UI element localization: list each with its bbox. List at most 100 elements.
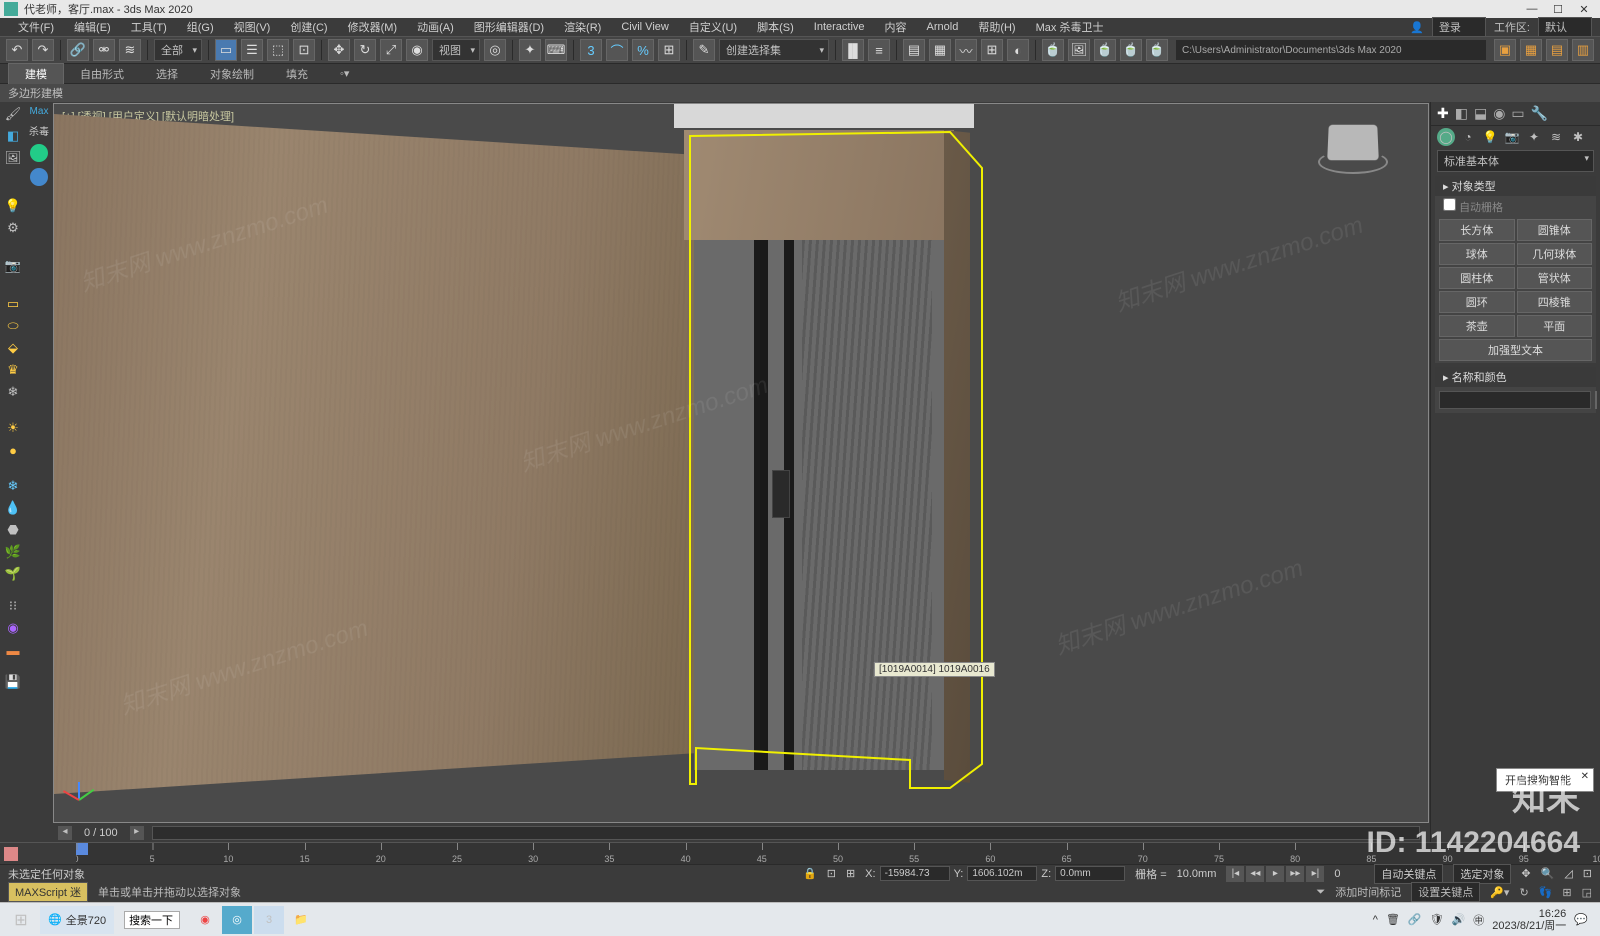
lt-disk-icon[interactable]: 💾	[3, 672, 23, 692]
menu-modifier[interactable]: 修改器(M)	[338, 19, 408, 35]
prim-cylinder[interactable]: 圆柱体	[1439, 267, 1515, 289]
tray-safe-icon[interactable]: 🗑	[1386, 913, 1400, 926]
snap-lock-icon[interactable]: 🔒	[803, 867, 817, 880]
prim-textplus[interactable]: 加强型文本	[1439, 339, 1592, 361]
lt-spray-icon[interactable]: ❄	[3, 382, 23, 402]
vp3-button[interactable]: ▤	[1546, 39, 1568, 61]
menu-av[interactable]: Max 杀毒卫士	[1026, 19, 1114, 35]
prim-cone[interactable]: 圆锥体	[1517, 219, 1593, 241]
next-frame-button[interactable]: ▸▸	[1286, 866, 1304, 882]
angle-snap[interactable]: ⌒	[606, 39, 628, 61]
menu-group[interactable]: 组(G)	[177, 19, 224, 35]
lt-slot-icon[interactable]: ⬣	[3, 520, 23, 540]
window-crossing-button[interactable]: ⊡	[293, 39, 315, 61]
lt-dots-icon[interactable]: ⁝⁝	[3, 596, 23, 616]
autogrid-checkbox[interactable]	[1443, 198, 1456, 211]
scale-tool[interactable]: ⤢	[380, 39, 402, 61]
task-app-icon[interactable]: ◎	[222, 906, 252, 934]
name-color-header[interactable]: ▸ 名称和颜色	[1435, 367, 1596, 387]
cp-modify-icon[interactable]: ◧	[1455, 105, 1468, 122]
menu-tools[interactable]: 工具(T)	[121, 19, 177, 35]
lt-light-icon[interactable]: 💡	[3, 196, 23, 216]
curve-editor-button[interactable]: 〰	[955, 39, 977, 61]
goto-end-button[interactable]: ▸|	[1306, 866, 1324, 882]
render-frame-button[interactable]: 🖼	[1068, 39, 1090, 61]
keymode-button[interactable]: ⌨	[545, 39, 567, 61]
bind-button[interactable]: ≋	[119, 39, 141, 61]
percent-snap[interactable]: %	[632, 39, 654, 61]
maxscript-button[interactable]: MAXScript 迷	[8, 882, 88, 902]
render-setup-button[interactable]: 🍵	[1042, 39, 1064, 61]
nav-walk-icon[interactable]: 👣	[1539, 886, 1553, 899]
timetag-icon[interactable]: ⏷	[1316, 886, 1325, 899]
lt-orange-icon[interactable]: ▬	[3, 640, 23, 660]
cat-space-icon[interactable]: ≋	[1547, 128, 1565, 146]
badge-green-icon[interactable]	[30, 144, 48, 162]
menu-render[interactable]: 渲染(R)	[554, 19, 611, 35]
material-button[interactable]: ◐	[1007, 39, 1029, 61]
login-dropdown[interactable]: 登录	[1432, 17, 1486, 37]
task-search[interactable]	[116, 906, 188, 934]
vp2-button[interactable]: ▦	[1520, 39, 1542, 61]
geom-type-dropdown[interactable]: 标准基本体	[1437, 150, 1594, 172]
ribbon-sub[interactable]: 多边形建模	[0, 84, 1600, 102]
menu-anim[interactable]: 动画(A)	[407, 19, 464, 35]
tray-date[interactable]: 2023/8/21/周一	[1492, 920, 1566, 932]
timetag-label[interactable]: 添加时间标记	[1335, 884, 1401, 900]
tray-ime-icon[interactable]: ㊥	[1473, 912, 1484, 928]
rtab-paint[interactable]: 对象绘制	[194, 64, 270, 84]
menu-arnold[interactable]: Arnold	[917, 21, 969, 33]
lt-camera-icon[interactable]: 📷	[3, 256, 23, 276]
select-rect-button[interactable]: ⬚	[267, 39, 289, 61]
task-chrome-icon[interactable]: ◉	[190, 906, 220, 934]
snap-toggle[interactable]: 3	[580, 39, 602, 61]
tray-up-icon[interactable]: ^	[1373, 914, 1378, 926]
lt-drop-icon[interactable]: 💧	[3, 498, 23, 518]
keyfilter-icon[interactable]: 🔑▾	[1490, 886, 1509, 899]
lt-jade-icon[interactable]: ♛	[3, 360, 23, 380]
undo-button[interactable]: ↶	[6, 39, 28, 61]
project-path[interactable]: C:\Users\Administrator\Documents\3ds Max…	[1176, 40, 1486, 60]
align-button[interactable]: ≡	[868, 39, 890, 61]
play-button[interactable]: ▸	[1266, 866, 1284, 882]
redo-button[interactable]: ↷	[32, 39, 54, 61]
lt-picture-icon[interactable]: 🖼	[3, 148, 23, 168]
coord-z[interactable]: 0.0mm	[1055, 866, 1125, 881]
popup-close-icon[interactable]: ✕	[1581, 771, 1589, 782]
selset-dropdown[interactable]: 创建选择集	[719, 39, 829, 61]
cat-sys-icon[interactable]: ✱	[1569, 128, 1587, 146]
task-ie[interactable]: 🌐 全景720	[40, 906, 114, 934]
menu-civil[interactable]: Civil View	[611, 21, 678, 33]
prim-torus[interactable]: 圆环	[1439, 291, 1515, 313]
tline-left-button[interactable]: ◂	[58, 826, 72, 840]
nav-max-icon[interactable]: ⊞	[1562, 886, 1571, 899]
cp-motion-icon[interactable]: ◉	[1493, 105, 1505, 122]
tray-shield-icon[interactable]: 🛡	[1430, 913, 1444, 926]
cat-light-icon[interactable]: 💡	[1481, 128, 1499, 146]
cat-cam-icon[interactable]: 📷	[1503, 128, 1521, 146]
task-3dsmax-icon[interactable]: 3	[254, 906, 284, 934]
lt-net-icon[interactable]: ⚙	[3, 218, 23, 238]
nav-pan-icon[interactable]: ✥	[1521, 867, 1530, 880]
viewcube[interactable]	[1318, 124, 1388, 174]
spinner-snap[interactable]: ⊞	[658, 39, 680, 61]
lt-ellipse-icon[interactable]: ⬭	[3, 316, 23, 336]
cat-helper-icon[interactable]: ✦	[1525, 128, 1543, 146]
filter-dropdown[interactable]: 全部	[154, 39, 202, 61]
link-button[interactable]: 🔗	[67, 39, 89, 61]
prim-teapot[interactable]: 茶壶	[1439, 315, 1515, 337]
lt-leaf-icon[interactable]: 🌿	[3, 542, 23, 562]
nav-zoom-icon[interactable]: 🔍	[1541, 867, 1555, 880]
nav-zoomext-icon[interactable]: ⊡	[1583, 867, 1592, 880]
ribbon-toggle[interactable]: ▦	[929, 39, 951, 61]
goto-start-button[interactable]: |◂	[1226, 866, 1244, 882]
vp4-button[interactable]: ▥	[1572, 39, 1594, 61]
lt-box-icon[interactable]: ▭	[3, 294, 23, 314]
workspace-dropdown[interactable]: 默认	[1538, 17, 1592, 37]
lt-purple-icon[interactable]: ◉	[3, 618, 23, 638]
tline-right-button[interactable]: ▸	[130, 826, 144, 840]
selkey-dropdown[interactable]: 选定对象	[1453, 864, 1511, 884]
prim-geosphere[interactable]: 几何球体	[1517, 243, 1593, 265]
menu-edit[interactable]: 编辑(E)	[64, 19, 121, 35]
menu-graph[interactable]: 图形编辑器(D)	[464, 19, 554, 35]
